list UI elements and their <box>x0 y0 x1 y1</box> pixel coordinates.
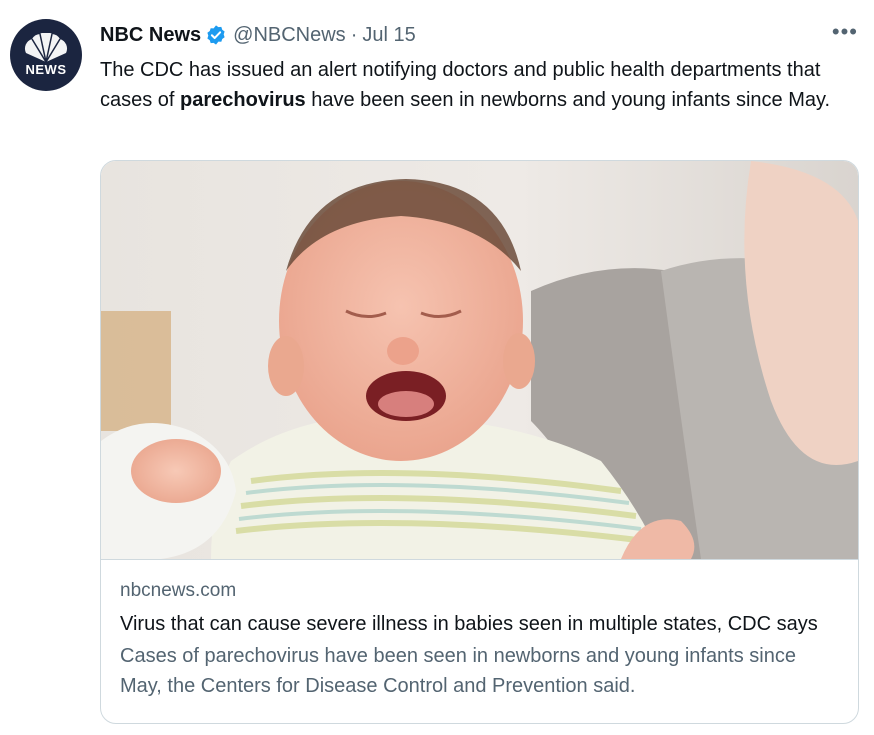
author-handle[interactable]: @NBCNews <box>233 24 346 47</box>
verified-badge-icon <box>205 24 227 46</box>
separator-dot: · <box>350 23 358 46</box>
link-card[interactable]: nbcnews.com Virus that can cause severe … <box>100 160 859 724</box>
tweet[interactable]: NEWS NBC News @NBCNews · Jul 15 ••• The … <box>0 0 874 735</box>
card-title[interactable]: Virus that can cause severe illness in b… <box>120 611 838 637</box>
more-options-icon[interactable]: ••• <box>832 21 858 43</box>
card-image-crying-baby[interactable] <box>101 161 858 560</box>
avatar-label: NEWS <box>25 62 67 77</box>
tweet-header: NBC News @NBCNews · Jul 15 <box>100 22 416 48</box>
tweet-text: The CDC has issued an alert notifying do… <box>100 55 850 115</box>
tweet-text-bold: parechovirus <box>180 89 306 111</box>
card-meta: nbcnews.com Virus that can cause severe … <box>120 579 840 701</box>
tweet-date[interactable]: Jul 15 <box>362 24 415 47</box>
avatar[interactable]: NEWS <box>10 19 82 91</box>
tweet-text-part: have been seen in newborns and young inf… <box>305 89 831 111</box>
author-name[interactable]: NBC News <box>100 24 201 47</box>
nbc-peacock-icon <box>24 33 68 63</box>
card-domain: nbcnews.com <box>120 580 237 601</box>
card-description: Cases of parechovirus have been seen in … <box>120 645 796 697</box>
